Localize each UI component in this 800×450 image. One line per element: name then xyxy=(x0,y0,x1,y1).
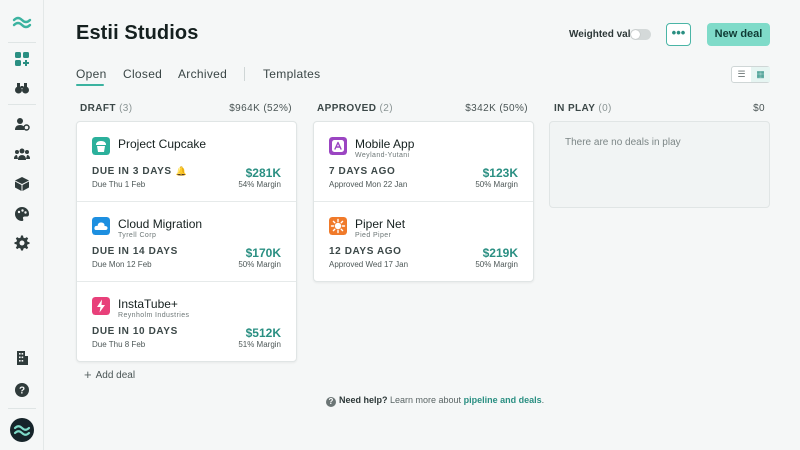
building-icon[interactable] xyxy=(14,350,30,366)
deal-client: Tyrell Corp xyxy=(118,232,157,239)
deal-name: Piper Net xyxy=(355,217,406,231)
deal-name: Project Cupcake xyxy=(118,137,207,151)
deal-date: Approved Wed 17 Jan xyxy=(329,260,409,269)
tab-templates[interactable]: Templates xyxy=(263,67,320,81)
column-title: DRAFT xyxy=(80,103,116,114)
sidebar-divider xyxy=(8,408,36,409)
help-text: Learn more about xyxy=(387,395,464,405)
gear-icon[interactable] xyxy=(14,235,30,251)
deal-card[interactable]: Mobile App Weyland-Yutani 7 DAYS AGO App… xyxy=(314,122,533,202)
column-header-in-play: IN PLAY (0) xyxy=(554,103,612,114)
tab-archived[interactable]: Archived xyxy=(178,67,227,81)
page-title: Estii Studios xyxy=(76,22,199,44)
sidebar: ? xyxy=(0,0,44,450)
sidebar-divider xyxy=(8,104,36,105)
column-total: $342K (50%) xyxy=(465,103,528,114)
more-options-button[interactable]: ••• xyxy=(666,23,691,46)
new-deal-button[interactable]: New deal xyxy=(707,23,770,46)
deal-date: Due Mon 12 Feb xyxy=(92,260,152,269)
help-end: . xyxy=(541,395,545,405)
cloud-icon xyxy=(92,217,110,235)
sidebar-divider xyxy=(8,42,36,43)
column-count: (0) xyxy=(598,103,612,114)
palette-icon[interactable] xyxy=(14,206,30,222)
help-icon[interactable]: ? xyxy=(14,382,30,398)
in-play-empty-state: There are no deals in play xyxy=(549,121,770,208)
draft-deal-list: Project Cupcake DUE IN 3 DAYS 🔔 Due Thu 1… xyxy=(76,121,297,362)
deal-due: DUE IN 14 DAYS xyxy=(92,246,178,257)
column-header-approved: APPROVED (2) xyxy=(317,103,393,114)
bolt-icon xyxy=(92,297,110,315)
weighted-value-toggle[interactable] xyxy=(630,29,651,40)
column-header-draft: DRAFT (3) xyxy=(80,103,133,114)
active-tab-indicator xyxy=(76,84,104,86)
deal-client: Weyland-Yutani xyxy=(355,152,410,159)
deal-margin: 50% Margin xyxy=(475,260,518,269)
deal-margin: 50% Margin xyxy=(238,260,281,269)
approved-deal-list: Mobile App Weyland-Yutani 7 DAYS AGO App… xyxy=(313,121,534,282)
binoculars-icon[interactable] xyxy=(14,80,30,96)
deal-due: DUE IN 3 DAYS 🔔 xyxy=(92,166,188,177)
avatar[interactable] xyxy=(10,418,34,442)
column-title: IN PLAY xyxy=(554,103,596,114)
wave-logo-icon[interactable] xyxy=(12,12,32,32)
help-link[interactable]: pipeline and deals xyxy=(464,395,542,405)
deal-margin: 50% Margin xyxy=(475,180,518,189)
deal-margin: 51% Margin xyxy=(238,340,281,349)
deal-card[interactable]: Piper Net Pied Piper 12 DAYS AGO Approve… xyxy=(314,202,533,282)
deal-client: Pied Piper xyxy=(355,232,392,239)
column-total: $964K (52%) xyxy=(229,103,292,114)
deal-margin: 54% Margin xyxy=(238,180,281,189)
sun-icon xyxy=(329,217,347,235)
plus-icon: + xyxy=(84,367,92,382)
deal-value: $123K xyxy=(482,166,518,180)
deal-due: 7 DAYS AGO xyxy=(329,166,396,177)
deal-date: Approved Mon 22 Jan xyxy=(329,180,408,189)
deal-date: Due Thu 1 Feb xyxy=(92,180,146,189)
deal-client: Reynholm Industries xyxy=(118,312,190,319)
deal-value: $219K xyxy=(482,246,518,260)
deal-name: InstaTube+ xyxy=(118,297,178,311)
deal-card[interactable]: Cloud Migration Tyrell Corp DUE IN 14 DA… xyxy=(77,202,296,282)
empty-state-text: There are no deals in play xyxy=(565,137,681,148)
user-settings-icon[interactable] xyxy=(14,116,30,132)
deal-due: DUE IN 10 DAYS xyxy=(92,326,178,337)
deal-card[interactable]: Project Cupcake DUE IN 3 DAYS 🔔 Due Thu 1… xyxy=(77,122,296,202)
column-count: (3) xyxy=(119,103,133,114)
deal-due-text: DUE IN 3 DAYS xyxy=(92,166,172,177)
help-icon: ? xyxy=(326,397,336,407)
help-footer: ? Need help? Learn more about pipeline an… xyxy=(326,395,544,407)
deal-value: $281K xyxy=(245,166,281,180)
deal-card[interactable]: InstaTube+ Reynholm Industries DUE IN 10… xyxy=(77,282,296,362)
help-lead: Need help? xyxy=(339,395,388,405)
app-store-icon xyxy=(329,137,347,155)
tab-divider xyxy=(244,67,245,81)
svg-text:?: ? xyxy=(19,386,25,397)
tab-closed[interactable]: Closed xyxy=(123,67,162,81)
column-count: (2) xyxy=(379,103,393,114)
deal-value: $512K xyxy=(245,326,281,340)
column-title: APPROVED xyxy=(317,103,377,114)
toggle-knob xyxy=(631,30,640,39)
add-deal-label: Add deal xyxy=(95,370,136,381)
column-total: $0 xyxy=(753,103,765,114)
wave-logo-icon xyxy=(13,425,31,436)
deal-name: Cloud Migration xyxy=(118,217,203,231)
deal-date: Due Thu 8 Feb xyxy=(92,340,146,349)
board-view-icon[interactable]: ▦ xyxy=(751,67,770,82)
team-icon[interactable] xyxy=(14,146,30,162)
apps-plus-icon[interactable] xyxy=(14,51,30,67)
deal-due: 12 DAYS AGO xyxy=(329,246,402,257)
add-deal-button[interactable]: + Add deal xyxy=(84,367,135,382)
list-view-icon[interactable]: ☰ xyxy=(732,67,751,82)
deal-value: $170K xyxy=(245,246,281,260)
bell-icon: 🔔 xyxy=(175,166,188,176)
tab-open[interactable]: Open xyxy=(76,67,107,81)
deal-name: Mobile App xyxy=(355,137,415,151)
view-toggle: ☰ ▦ xyxy=(731,66,770,83)
cupcake-icon xyxy=(92,137,110,155)
package-icon[interactable] xyxy=(14,176,30,192)
